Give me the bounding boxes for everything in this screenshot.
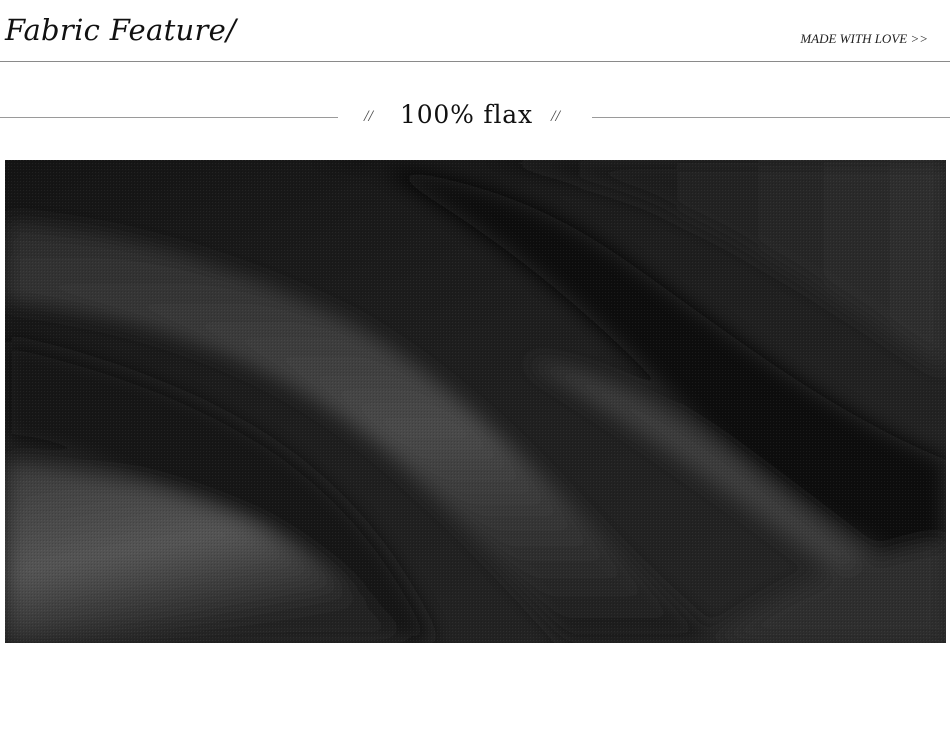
heading-slashes-right: // <box>551 108 560 125</box>
section-title: Fabric Feature/ <box>5 13 237 47</box>
header-divider <box>0 61 950 62</box>
made-with-love-tagline: MADE WITH LOVE >> <box>800 31 928 46</box>
material-label: 100% flax <box>400 100 533 129</box>
fabric-photo <box>5 160 946 643</box>
fabric-photo-image <box>5 160 946 643</box>
page-header: Fabric Feature/ MADE WITH LOVE >> <box>0 0 950 62</box>
material-heading: // 100% flax // <box>0 96 950 140</box>
heading-divider-right <box>592 117 950 118</box>
heading-divider-left <box>0 117 338 118</box>
heading-slashes-left: // <box>364 108 373 125</box>
